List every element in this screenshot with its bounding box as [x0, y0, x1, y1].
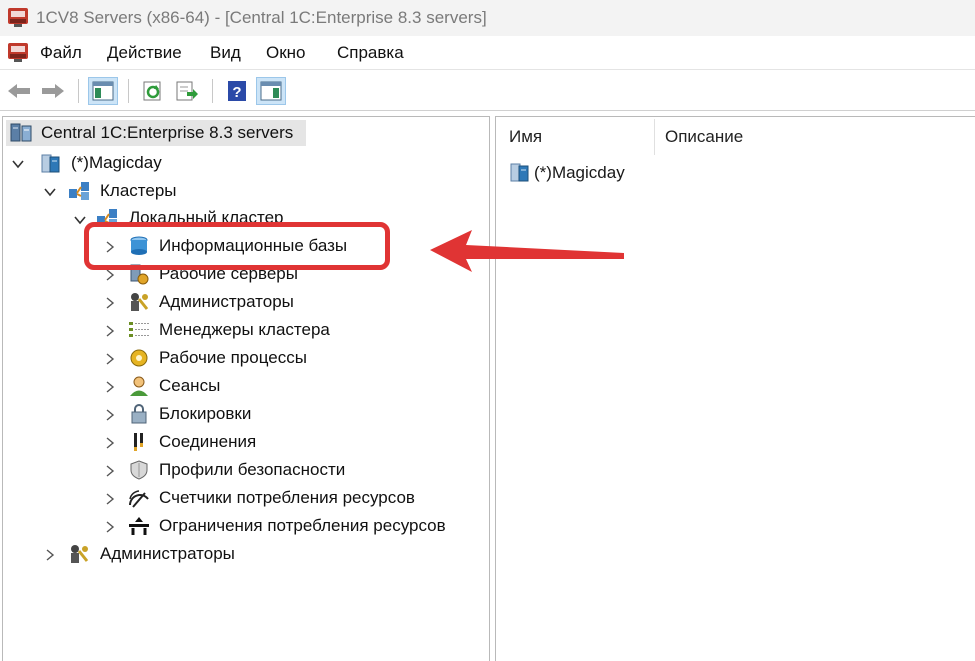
column-divider[interactable] — [654, 119, 655, 155]
chevron-right-icon[interactable] — [103, 520, 117, 534]
administrators-icon — [131, 293, 149, 311]
tree-root-label[interactable]: Central 1C:Enterprise 8.3 servers — [41, 123, 293, 143]
working-processes-icon — [130, 349, 148, 367]
server-icon — [41, 154, 60, 173]
toolbar-separator — [212, 79, 213, 103]
chevron-down-icon[interactable] — [43, 185, 57, 199]
tree-item-resource-limits[interactable]: Ограничения потребления ресурсов — [159, 516, 446, 536]
title-bar: 1CV8 Servers (x86-64) - [Central 1C:Ente… — [0, 0, 975, 36]
annotation-arrow — [430, 230, 624, 272]
menu-action[interactable]: Действие — [107, 43, 182, 63]
toolbar: ? — [0, 71, 975, 111]
console-tree-pane[interactable]: Central 1C:Enterprise 8.3 servers (*)Mag… — [2, 116, 490, 661]
chevron-right-icon[interactable] — [103, 296, 117, 310]
tree-item-connections[interactable]: Соединения — [159, 432, 256, 452]
export-icon — [176, 81, 198, 101]
server-icon — [510, 163, 529, 182]
svg-text:?: ? — [232, 84, 241, 101]
show-action-pane-icon — [260, 81, 282, 101]
refresh-button[interactable] — [138, 77, 168, 105]
chevron-right-icon[interactable] — [103, 324, 117, 338]
chevron-down-icon[interactable] — [11, 157, 25, 171]
tree-clusters-label[interactable]: Кластеры — [100, 181, 177, 201]
tree-server-label[interactable]: (*)Magicday — [71, 153, 162, 173]
chevron-right-icon[interactable] — [103, 492, 117, 506]
show-action-pane-button[interactable] — [256, 77, 286, 105]
chevron-right-icon[interactable] — [103, 464, 117, 478]
help-button[interactable]: ? — [222, 77, 252, 105]
chevron-down-icon[interactable] — [73, 213, 87, 227]
show-tree-button[interactable] — [88, 77, 118, 105]
back-button[interactable] — [4, 77, 34, 105]
tree-item-cluster-managers[interactable]: Менеджеры кластера — [159, 320, 330, 340]
tree-item-administrators[interactable]: Администраторы — [159, 292, 294, 312]
tree-item-security-profiles[interactable]: Профили безопасности — [159, 460, 345, 480]
toolbar-separator — [78, 79, 79, 103]
refresh-icon — [143, 81, 161, 101]
sessions-icon — [130, 376, 148, 396]
menu-view[interactable]: Вид — [210, 43, 241, 63]
chevron-right-icon[interactable] — [103, 352, 117, 366]
menu-help[interactable]: Справка — [337, 43, 404, 63]
column-header-name[interactable]: Имя — [509, 127, 542, 147]
help-icon: ? — [228, 81, 246, 101]
toolbar-separator — [128, 79, 129, 103]
system-menu-icon[interactable] — [6, 41, 30, 63]
resource-limits-icon — [129, 517, 149, 535]
resource-counters-icon — [129, 490, 149, 508]
chevron-right-icon[interactable] — [103, 380, 117, 394]
connections-icon — [134, 433, 143, 451]
annotation-highlight-box — [84, 222, 390, 270]
export-list-button[interactable] — [172, 77, 202, 105]
chevron-right-icon[interactable] — [43, 548, 57, 562]
forward-icon — [42, 84, 64, 98]
tree-item-working-processes[interactable]: Рабочие процессы — [159, 348, 307, 368]
column-header-description[interactable]: Описание — [665, 127, 743, 147]
forward-button[interactable] — [38, 77, 68, 105]
tree-item-resource-counters[interactable]: Счетчики потребления ресурсов — [159, 488, 415, 508]
details-pane[interactable]: Имя Описание (*)Magicday — [495, 116, 975, 661]
servers-root-icon — [10, 123, 32, 142]
chevron-right-icon[interactable] — [103, 268, 117, 282]
window-title: 1CV8 Servers (x86-64) - [Central 1C:Ente… — [36, 8, 487, 27]
cluster-managers-icon — [129, 322, 149, 337]
tree-item-locks[interactable]: Блокировки — [159, 404, 251, 424]
chevron-right-icon[interactable] — [103, 436, 117, 450]
1c-servers-app-icon — [8, 8, 28, 27]
security-profiles-icon — [130, 460, 148, 480]
list-item-name: (*)Magicday — [534, 163, 625, 182]
administrators-icon — [71, 545, 89, 563]
menu-bar: Файл Действие Вид Окно Справка — [0, 36, 975, 70]
tree-item-sessions[interactable]: Сеансы — [159, 376, 220, 396]
locks-icon — [131, 404, 147, 424]
clusters-icon — [69, 182, 89, 200]
menu-file[interactable]: Файл — [40, 43, 82, 63]
menu-window[interactable]: Окно — [266, 43, 306, 63]
chevron-right-icon[interactable] — [103, 408, 117, 422]
show-tree-icon — [92, 81, 114, 101]
tree-server-administrators[interactable]: Администраторы — [100, 544, 235, 564]
back-icon — [8, 84, 30, 98]
